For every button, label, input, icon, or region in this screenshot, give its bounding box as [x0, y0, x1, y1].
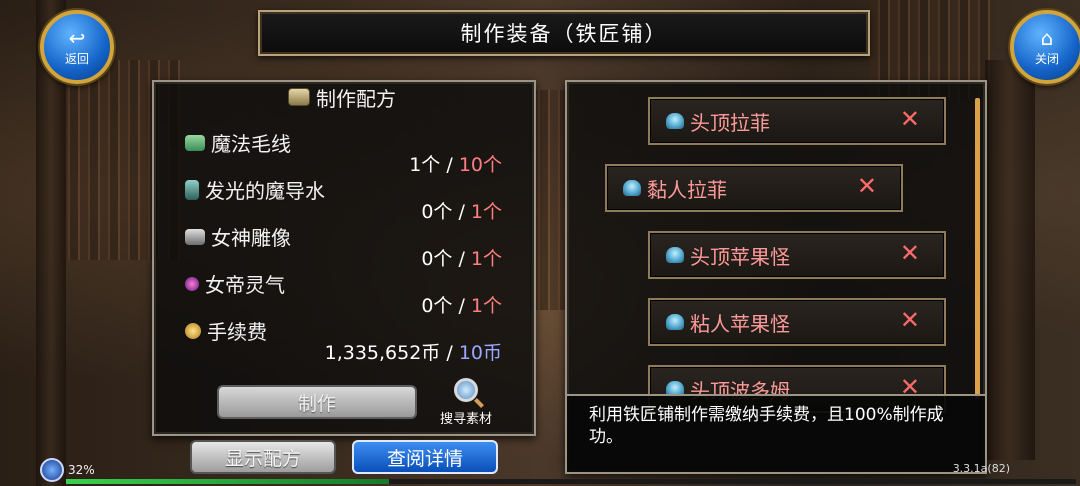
back-label: 返回 [64, 51, 89, 66]
craft-button-label: 制作 [297, 392, 336, 415]
yarn-icon [185, 134, 205, 151]
view-detail-label: 查阅详情 [386, 447, 463, 470]
material-count: 0个 / 1个 [421, 197, 502, 224]
list-item-label: 头顶拉菲 [690, 110, 770, 135]
fee-count: 1,335,652币 / 10币 [325, 338, 502, 365]
material-count: 0个 / 1个 [421, 291, 502, 318]
list-item-label: 粘人苹果怪 [690, 311, 790, 336]
close-icon[interactable]: ✕ [900, 241, 920, 265]
material-label: 女神雕像 [211, 226, 291, 250]
craft-button[interactable]: 制作 [217, 385, 417, 419]
material-name: 女神雕像 [185, 222, 291, 251]
loading-bar [66, 479, 1076, 484]
list-item[interactable]: 粘人苹果怪 ✕ [648, 298, 946, 346]
page-header: 制作装备（铁匠铺） [258, 10, 870, 56]
slime-hat-icon [623, 180, 641, 196]
show-recipe-label: 显示配方 [224, 447, 301, 470]
close-icon[interactable]: ✕ [900, 107, 920, 131]
page-title: 制作装备（铁匠铺） [460, 22, 668, 46]
material-name: 魔法毛线 [185, 128, 291, 157]
coin-icon [185, 322, 201, 339]
magnifier-icon [454, 378, 478, 402]
material-count: 0个 / 1个 [421, 244, 502, 271]
material-label: 女帝灵气 [205, 273, 285, 297]
count-separator: / [458, 248, 465, 270]
show-recipe-button[interactable]: 显示配方 [190, 440, 336, 474]
slime-hat-icon [666, 314, 684, 330]
count-separator: / [446, 154, 453, 176]
loading-bar-fill [66, 479, 390, 484]
battery-label: 32% [68, 463, 95, 477]
potion-icon [185, 179, 199, 200]
material-label: 魔法毛线 [211, 132, 291, 156]
description-text: 利用铁匠铺制作需缴纳手续费，且100%制作成功。 [589, 405, 944, 447]
have-count: 0个 [421, 248, 453, 270]
search-materials-label: 搜寻素材 [439, 412, 492, 427]
statue-icon [185, 228, 205, 245]
recipe-title: 制作配方 [152, 80, 532, 114]
close-icon[interactable]: ✕ [857, 174, 877, 198]
version-label: 3.3.1a(82) [952, 462, 1010, 475]
pillar [985, 60, 1035, 460]
material-name: 发光的魔导水 [185, 175, 325, 204]
need-count: 1个 [470, 248, 502, 270]
fee-label: 手续费 [207, 320, 267, 344]
list-item[interactable]: 头顶苹果怪 ✕ [648, 231, 946, 279]
list-item-label: 头顶苹果怪 [690, 244, 790, 269]
back-arrow-icon: ↩ [68, 25, 86, 50]
search-materials-button[interactable]: 搜寻素材 [434, 378, 498, 428]
list-item-label: 黏人拉菲 [647, 177, 727, 202]
count-separator: / [446, 342, 453, 364]
bookshelf [530, 90, 570, 310]
scroll-icon [288, 88, 310, 106]
slime-hat-icon [666, 247, 684, 263]
have-count: 0个 [421, 201, 453, 223]
list-item[interactable]: 头顶拉菲 ✕ [648, 97, 946, 145]
need-count: 10个 [458, 154, 502, 176]
need-gold: 10币 [458, 342, 502, 364]
need-count: 1个 [470, 295, 502, 317]
list-item[interactable]: 黏人拉菲 ✕ [605, 164, 903, 212]
material-label: 发光的魔导水 [205, 179, 325, 203]
close-button[interactable]: ⌂ 关闭 [1010, 10, 1080, 84]
close-icon[interactable]: ✕ [900, 308, 920, 332]
aura-icon [185, 276, 199, 291]
need-count: 1个 [470, 201, 502, 223]
battery-icon [40, 458, 64, 482]
home-icon: ⌂ [1040, 25, 1054, 50]
have-count: 1个 [409, 154, 441, 176]
back-button[interactable]: ↩ 返回 [40, 10, 114, 84]
have-gold: 1,335,652币 [324, 342, 441, 364]
fee-name: 手续费 [185, 316, 267, 345]
list-scrollbar[interactable] [975, 98, 980, 398]
slime-hat-icon [666, 113, 684, 129]
description-box: 利用铁匠铺制作需缴纳手续费，且100%制作成功。 [565, 394, 987, 474]
recipe-title-label: 制作配方 [316, 86, 396, 111]
material-name: 女帝灵气 [185, 269, 285, 298]
close-label: 关闭 [1034, 51, 1059, 66]
view-detail-button[interactable]: 查阅详情 [352, 440, 498, 474]
count-separator: / [458, 295, 465, 317]
material-count: 1个 / 10个 [409, 150, 502, 177]
count-separator: / [458, 201, 465, 223]
have-count: 0个 [421, 295, 453, 317]
